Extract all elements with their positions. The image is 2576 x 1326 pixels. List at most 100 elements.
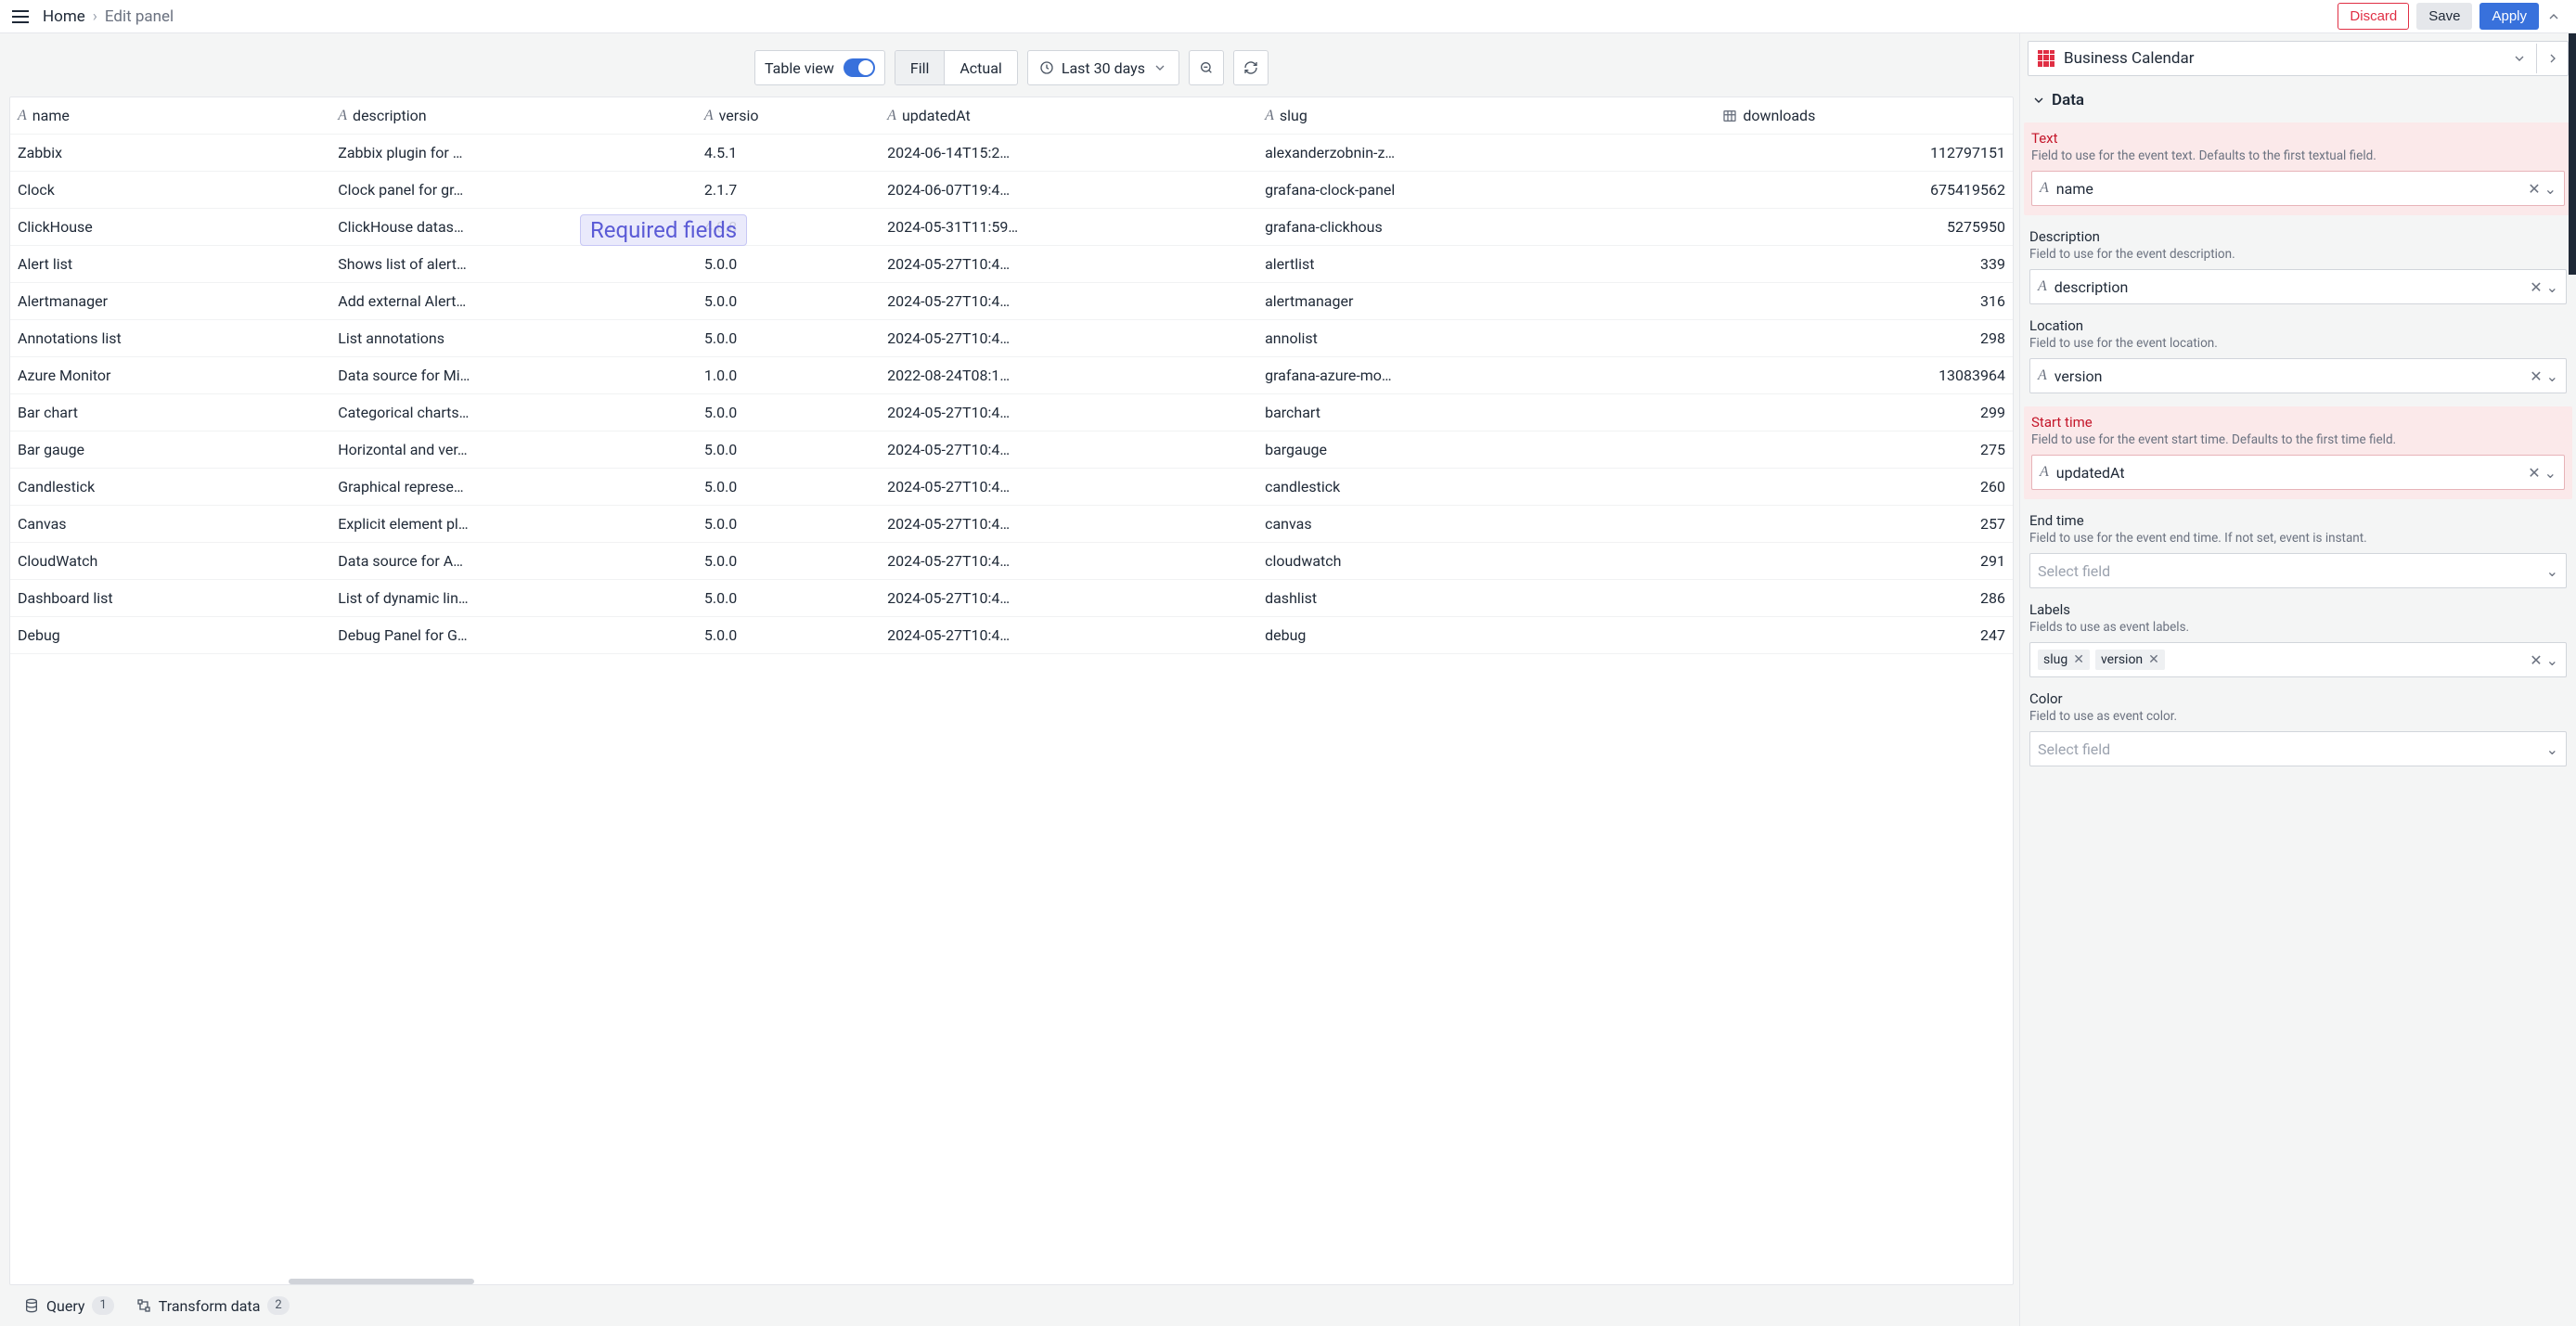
chevron-down-icon[interactable]: ⌄ <box>2544 180 2557 198</box>
collapse-options-icon[interactable] <box>2546 9 2567 24</box>
chip-version[interactable]: version ✕ <box>2095 650 2165 670</box>
cell-downloads: 316 <box>1715 283 2013 320</box>
cell-description: Data source for A… <box>330 543 697 580</box>
left-pane: Table view Fill Actual Last 30 days <box>0 33 2019 1326</box>
field-select-end[interactable]: Select field⌄ <box>2029 553 2567 588</box>
table-row[interactable]: ZabbixZabbix plugin for …4.5.12024-06-14… <box>10 135 2013 172</box>
column-header-slug[interactable]: Aslug <box>1257 97 1715 135</box>
clear-icon[interactable]: ✕ <box>2530 367 2542 385</box>
chevron-down-icon[interactable]: ⌄ <box>2544 464 2557 482</box>
fill-option[interactable]: Fill <box>895 51 946 84</box>
chevron-down-icon[interactable]: ⌄ <box>2546 651 2558 669</box>
chevron-down-icon[interactable]: ⌄ <box>2546 562 2558 580</box>
field-location: LocationField to use for the event locat… <box>2029 317 2567 393</box>
table-row[interactable]: Azure MonitorData source for Mi…1.0.0202… <box>10 357 2013 394</box>
field-select-location[interactable]: Aversion✕⌄ <box>2029 358 2567 393</box>
field-select-labels[interactable]: slug ✕version ✕✕⌄ <box>2029 642 2567 677</box>
column-label: name <box>32 107 70 124</box>
cell-slug: grafana-azure-mo… <box>1257 357 1715 394</box>
visualization-next-button[interactable] <box>2536 44 2568 73</box>
column-header-version[interactable]: Aversio <box>697 97 880 135</box>
cell-description: Clock panel for gr… <box>330 172 697 209</box>
field-select-text[interactable]: Aname✕⌄ <box>2031 171 2565 206</box>
cell-downloads: 260 <box>1715 469 2013 506</box>
column-label: versio <box>719 107 759 124</box>
table-row[interactable]: AlertmanagerAdd external Alert…5.0.02024… <box>10 283 2013 320</box>
table-view-label: Table view <box>765 59 834 77</box>
toggle-switch[interactable] <box>844 58 875 77</box>
table-row[interactable]: ClockClock panel for gr…2.1.72024-06-07T… <box>10 172 2013 209</box>
chevron-down-icon[interactable]: ⌄ <box>2546 278 2558 296</box>
time-range-picker[interactable]: Last 30 days <box>1027 50 1179 85</box>
select-value: version <box>2054 367 2530 385</box>
chip-slug[interactable]: slug ✕ <box>2038 650 2090 670</box>
clear-icon[interactable]: ✕ <box>2530 651 2542 669</box>
tab-query[interactable]: Query 1 <box>24 1296 114 1315</box>
chevron-down-icon[interactable]: ⌄ <box>2546 367 2558 385</box>
table-row[interactable]: Bar chartCategorical charts…5.0.02024-05… <box>10 394 2013 431</box>
table-row[interactable]: CandlestickGraphical represe…5.0.02024-0… <box>10 469 2013 506</box>
chevron-down-icon <box>2031 93 2046 108</box>
table-row[interactable]: CanvasExplicit element pl…5.0.02024-05-2… <box>10 506 2013 543</box>
table-row[interactable]: ClickHouseClickHouse datas…4.0.82024-05-… <box>10 209 2013 246</box>
number-field-icon <box>1722 109 1737 123</box>
visualization-picker-toggle[interactable]: Business Calendar <box>2029 42 2536 75</box>
remove-chip-icon[interactable]: ✕ <box>2148 652 2159 667</box>
save-button[interactable]: Save <box>2416 3 2472 30</box>
cell-version: 5.0.0 <box>697 469 880 506</box>
field-select-start[interactable]: AupdatedAt✕⌄ <box>2031 455 2565 490</box>
apply-button[interactable]: Apply <box>2479 3 2539 30</box>
remove-chip-icon[interactable]: ✕ <box>2073 652 2084 667</box>
cell-name: Canvas <box>10 506 330 543</box>
menu-icon[interactable] <box>9 6 32 28</box>
cell-version: 5.0.0 <box>697 431 880 469</box>
cell-downloads: 299 <box>1715 394 2013 431</box>
cell-updatedAt: 2024-06-07T19:4… <box>880 172 1257 209</box>
cell-downloads: 675419562 <box>1715 172 2013 209</box>
select-value: description <box>2054 278 2530 296</box>
column-header-name[interactable]: Aname <box>10 97 330 135</box>
table-row[interactable]: Bar gaugeHorizontal and ver…5.0.02024-05… <box>10 431 2013 469</box>
cell-name: Annotations list <box>10 320 330 357</box>
table-row[interactable]: DebugDebug Panel for G…5.0.02024-05-27T1… <box>10 617 2013 654</box>
cell-version: 1.0.0 <box>697 357 880 394</box>
table-view-toggle[interactable]: Table view <box>754 50 885 85</box>
column-header-updatedAt[interactable]: AupdatedAt <box>880 97 1257 135</box>
breadcrumb-home[interactable]: Home <box>43 7 85 26</box>
column-header-downloads[interactable]: downloads <box>1715 97 2013 135</box>
clear-icon[interactable]: ✕ <box>2528 464 2540 482</box>
cell-version: 5.0.0 <box>697 580 880 617</box>
table-row[interactable]: Alert listShows list of alert…5.0.02024-… <box>10 246 2013 283</box>
page-scrollbar[interactable] <box>2569 33 2576 275</box>
cell-updatedAt: 2024-05-27T10:4… <box>880 543 1257 580</box>
table-row[interactable]: CloudWatchData source for A…5.0.02024-05… <box>10 543 2013 580</box>
refresh-button[interactable] <box>1233 50 1269 85</box>
clear-icon[interactable]: ✕ <box>2528 180 2540 198</box>
section-data-header[interactable]: Data <box>2029 84 2567 117</box>
transform-count-badge: 2 <box>267 1296 289 1315</box>
tab-transform[interactable]: Transform data 2 <box>136 1296 290 1315</box>
table-row[interactable]: Dashboard listList of dynamic lin…5.0.02… <box>10 580 2013 617</box>
column-header-description[interactable]: Adescription <box>330 97 697 135</box>
horizontal-scrollbar[interactable] <box>289 1279 474 1284</box>
cell-slug: dashlist <box>1257 580 1715 617</box>
zoom-out-button[interactable] <box>1189 50 1224 85</box>
refresh-icon <box>1243 60 1258 75</box>
options-scroll[interactable]: Data TextField to use for the event text… <box>2020 84 2576 1326</box>
visualization-name: Business Calendar <box>2064 49 2194 68</box>
cell-description: Graphical represe… <box>330 469 697 506</box>
panel-toolbar: Table view Fill Actual Last 30 days <box>9 43 2014 97</box>
table-row[interactable]: Annotations listList annotations5.0.0202… <box>10 320 2013 357</box>
cell-slug: debug <box>1257 617 1715 654</box>
select-placeholder: Select field <box>2038 740 2546 758</box>
cell-updatedAt: 2024-05-27T10:4… <box>880 246 1257 283</box>
field-labels: LabelsFields to use as event labels.slug… <box>2029 601 2567 677</box>
clear-icon[interactable]: ✕ <box>2530 278 2542 296</box>
field-select-color[interactable]: Select field⌄ <box>2029 731 2567 766</box>
field-description: Fields to use as event labels. <box>2029 620 2567 635</box>
discard-button[interactable]: Discard <box>2338 3 2409 30</box>
actual-option[interactable]: Actual <box>945 51 1016 84</box>
chevron-down-icon[interactable]: ⌄ <box>2546 740 2558 758</box>
field-label: Color <box>2029 690 2567 707</box>
field-select-description[interactable]: Adescription✕⌄ <box>2029 269 2567 304</box>
